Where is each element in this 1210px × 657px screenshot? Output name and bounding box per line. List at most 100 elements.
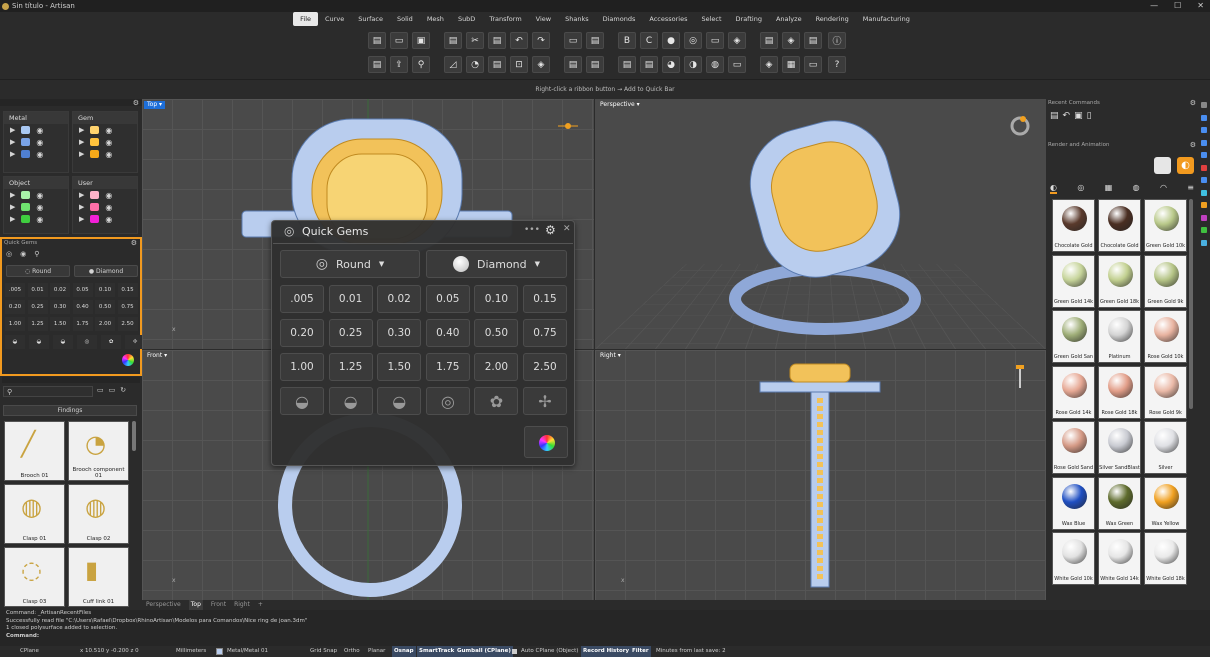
- layer-row[interactable]: ▶ ◉: [4, 148, 68, 160]
- visibility-eye-icon[interactable]: ◉: [36, 203, 43, 212]
- ribbon-tool-icon[interactable]: ⓘ: [828, 32, 846, 49]
- settings-gear-icon[interactable]: ⚙: [131, 239, 137, 247]
- material-swatch[interactable]: White Gold 18k: [1144, 532, 1187, 585]
- layer-row[interactable]: ▶ ◉: [4, 124, 68, 136]
- ribbon-tool-icon[interactable]: C: [640, 32, 658, 49]
- gem-size-button[interactable]: 2.50: [523, 353, 567, 381]
- gem-size-button[interactable]: 0.02: [50, 283, 70, 297]
- gem-shape-2-button[interactable]: ◒: [328, 387, 373, 415]
- play-icon[interactable]: ▶: [10, 191, 15, 199]
- menu-tab-diamonds[interactable]: Diamonds: [596, 12, 643, 26]
- material-swatch[interactable]: Platinum: [1098, 310, 1141, 363]
- ribbon-tool-icon[interactable]: ▣: [412, 32, 430, 49]
- menu-tab-shanks[interactable]: Shanks: [558, 12, 596, 26]
- ribbon-tool-icon[interactable]: ▤: [804, 32, 822, 49]
- finding-item[interactable]: ◌ Clasp 03: [4, 547, 65, 607]
- viewport-tab-right[interactable]: Right ▾: [597, 352, 624, 360]
- visibility-eye-icon[interactable]: ◉: [36, 191, 43, 200]
- layer-row[interactable]: ▶ ◉: [73, 201, 137, 213]
- render-white-button[interactable]: [1154, 157, 1171, 174]
- refresh-icon[interactable]: ↻: [120, 386, 126, 394]
- layer-color-swatch[interactable]: [21, 126, 31, 134]
- gem-size-button[interactable]: 0.05: [72, 283, 93, 297]
- play-icon[interactable]: ▶: [10, 215, 15, 223]
- ribbon-tool-icon[interactable]: ⇪: [390, 56, 408, 73]
- menu-tab-mesh[interactable]: Mesh: [420, 12, 451, 26]
- ortho-toggle[interactable]: Ortho: [344, 646, 360, 657]
- gem-size-button[interactable]: 0.15: [117, 283, 138, 297]
- color-wheel-icon[interactable]: [122, 354, 134, 366]
- layer-color-swatch[interactable]: [21, 191, 31, 199]
- filter-toggle[interactable]: Filter: [630, 646, 651, 657]
- search-input[interactable]: ⚲: [3, 386, 93, 397]
- play-icon[interactable]: ▶: [10, 138, 15, 146]
- gem-shape-1-button[interactable]: ◒: [280, 387, 324, 415]
- ribbon-tool-icon[interactable]: ⚲: [412, 56, 430, 73]
- gem-size-button[interactable]: 0.30: [377, 319, 422, 347]
- recent-save-icon[interactable]: ▣: [1074, 111, 1083, 121]
- ribbon-tool-icon[interactable]: ◎: [684, 32, 702, 49]
- gem-size-button[interactable]: 1.00: [5, 317, 25, 331]
- viewport-tab-top[interactable]: Top ▾: [144, 101, 166, 109]
- options-tab-icon[interactable]: ≡: [1187, 183, 1194, 194]
- ribbon-tool-icon[interactable]: ▤: [760, 32, 778, 49]
- material-swatch[interactable]: Wax Yellow: [1144, 476, 1187, 530]
- layer-color-swatch[interactable]: [21, 215, 31, 223]
- environment-tab-icon[interactable]: ◍: [1133, 183, 1140, 194]
- ribbon-tool-icon[interactable]: ◿: [444, 56, 462, 73]
- visibility-eye-icon[interactable]: ◉: [105, 126, 112, 135]
- finding-item[interactable]: ▮ Cuff link 01: [68, 547, 129, 607]
- menu-tab-transform[interactable]: Transform: [482, 12, 528, 26]
- side-toolbar-icon[interactable]: [1201, 239, 1207, 246]
- gem-size-button[interactable]: 1.75: [425, 353, 470, 381]
- grid-snap-toggle[interactable]: Grid Snap: [310, 646, 337, 657]
- visibility-eye-icon[interactable]: ◉: [36, 150, 43, 159]
- side-toolbar-icon[interactable]: [1201, 127, 1207, 133]
- play-icon[interactable]: ▶: [79, 150, 84, 158]
- gem-shape-3-button[interactable]: ◒: [53, 335, 73, 349]
- side-toolbar-icon[interactable]: [1201, 177, 1207, 183]
- gem-size-button[interactable]: 0.25: [27, 300, 48, 314]
- gem-size-button[interactable]: 2.00: [95, 317, 115, 331]
- material-dropdown[interactable]: ● Diamond: [74, 265, 138, 277]
- visibility-eye-icon[interactable]: ◉: [105, 138, 112, 147]
- side-toolbar-icon[interactable]: [1201, 214, 1207, 221]
- cut-dropdown[interactable]: ◎ Round ▼: [280, 250, 420, 278]
- material-swatch[interactable]: Silver SandBlast: [1098, 421, 1141, 474]
- category-dropdown[interactable]: Findings: [3, 405, 137, 416]
- ribbon-tool-icon[interactable]: ▤: [618, 56, 636, 73]
- viewport-switch-tab[interactable]: Perspective: [146, 600, 181, 610]
- layer-row[interactable]: ▶ ◉: [4, 213, 68, 225]
- gem-size-button[interactable]: .005: [280, 285, 324, 313]
- gem-icon[interactable]: ◎: [6, 250, 12, 258]
- ribbon-tool-icon[interactable]: ?: [828, 56, 846, 73]
- play-icon[interactable]: ▶: [79, 126, 84, 134]
- layer-color-swatch[interactable]: [90, 138, 100, 146]
- recent-file-icon[interactable]: ▯: [1087, 111, 1092, 121]
- ribbon-tool-icon[interactable]: ▤: [368, 32, 386, 49]
- gem-size-button[interactable]: 1.75: [72, 317, 93, 331]
- play-icon[interactable]: ▶: [79, 203, 84, 211]
- ribbon-tool-icon[interactable]: ●: [662, 32, 680, 49]
- menu-tab-manufacturing[interactable]: Manufacturing: [856, 12, 917, 26]
- gumball-toggle[interactable]: Gumball (CPlane): [455, 646, 513, 657]
- ribbon-tool-icon[interactable]: ◕: [662, 56, 680, 73]
- checkbox-icon[interactable]: [512, 649, 517, 654]
- material-swatch[interactable]: Green Gold 14k: [1052, 254, 1095, 308]
- close-button[interactable]: ✕: [1197, 0, 1204, 12]
- ribbon-tool-icon[interactable]: ▤: [488, 32, 506, 49]
- menu-tab-view[interactable]: View: [529, 12, 558, 26]
- visibility-eye-icon[interactable]: ◉: [105, 150, 112, 159]
- ribbon-tool-icon[interactable]: ◈: [760, 56, 778, 73]
- gem-size-button[interactable]: 0.01: [328, 285, 373, 313]
- gem-size-button[interactable]: 0.40: [72, 300, 93, 314]
- ribbon-tool-icon[interactable]: ◈: [728, 32, 746, 49]
- material-swatch[interactable]: Green Gold 9k: [1144, 254, 1187, 308]
- ribbon-tool-icon[interactable]: ↷: [532, 32, 550, 49]
- layer-row[interactable]: ▶ ◉: [4, 201, 68, 213]
- menu-tab-drafting[interactable]: Drafting: [729, 12, 769, 26]
- gem-shape-1-button[interactable]: ◒: [5, 335, 25, 349]
- color-button[interactable]: [524, 426, 568, 458]
- play-icon[interactable]: ▶: [10, 150, 15, 158]
- layer-row[interactable]: ▶ ◉: [73, 213, 137, 225]
